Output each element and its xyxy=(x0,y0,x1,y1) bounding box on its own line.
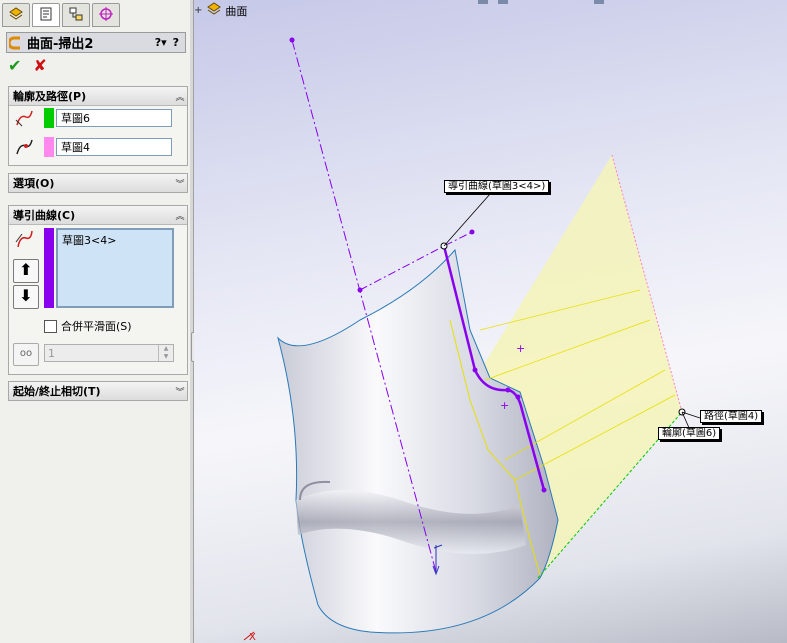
section-spinbox[interactable]: 1 ▲ ▼ xyxy=(44,344,174,362)
guide-curves-list[interactable]: 草圖3<4> xyxy=(56,228,174,308)
dimxpert-tab-icon xyxy=(98,6,114,25)
path-callout[interactable]: 路徑(草圖4) xyxy=(700,410,763,423)
options-group: 選項(O) ︾ xyxy=(8,173,188,193)
confirm-row: ✔ ✘ xyxy=(8,57,47,75)
triad-x-label: X xyxy=(249,632,256,643)
sketch-point[interactable] xyxy=(469,229,475,235)
section-spin-value: 1 xyxy=(48,347,55,360)
move-up-button[interactable]: ⬆ xyxy=(13,259,39,283)
spin-arrows-icon[interactable]: ▲ ▼ xyxy=(158,345,173,361)
path-color-swatch xyxy=(44,137,54,157)
show-sections-button[interactable]: oo xyxy=(13,343,39,366)
chevron-up-icon[interactable]: ︽ xyxy=(173,209,187,222)
path-icon xyxy=(14,137,36,160)
propertymanager-tab-icon xyxy=(38,6,54,25)
merge-smooth-label: 合併平滑面(S) xyxy=(61,320,132,333)
tab-featuremanager[interactable] xyxy=(2,3,30,27)
chevron-down-icon[interactable]: ︾ xyxy=(173,177,187,190)
profile-callout[interactable]: 輪廓(草圖6) xyxy=(658,427,721,440)
glasses-icon: oo xyxy=(19,348,33,359)
profile-path-header[interactable]: 輪廓及路徑(P) ︽ xyxy=(9,87,187,106)
tab-dimxpert[interactable] xyxy=(92,3,120,27)
model-canvas[interactable]: + + X xyxy=(194,0,787,643)
guide-point[interactable] xyxy=(505,387,511,393)
feature-title-bar: 曲面-掃出2 ?▾ ? xyxy=(6,32,186,53)
featuremanager-tab-icon xyxy=(8,6,24,25)
path-field[interactable]: 草圖4 xyxy=(56,138,172,156)
cancel-button[interactable]: ✘ xyxy=(33,57,46,75)
options-title: 選項(O) xyxy=(13,177,55,190)
tab-configurationmanager[interactable] xyxy=(62,3,90,27)
configurationmanager-tab-icon xyxy=(68,6,84,25)
chevron-up-icon[interactable]: ︽ xyxy=(173,90,187,103)
graphics-viewport[interactable]: + 曲面 + + X 導引曲線(草圖3<4>) 路徑(草圖4) 輪廓(草圖6) xyxy=(194,0,787,643)
list-item[interactable]: 草圖3<4> xyxy=(62,232,168,248)
sketch-point[interactable] xyxy=(357,287,363,293)
guide-point[interactable] xyxy=(541,487,547,493)
guide-point[interactable] xyxy=(515,394,521,400)
profile-field[interactable]: 草圖6 xyxy=(56,109,172,127)
guide-curve-callout[interactable]: 導引曲線(草圖3<4>) xyxy=(444,180,550,193)
origin-marker: + xyxy=(500,399,509,412)
guide-curves-header[interactable]: 導引曲線(C) ︽ xyxy=(9,206,187,225)
manager-tabs xyxy=(2,3,122,27)
help-button[interactable]: ?▾ xyxy=(155,36,167,49)
guide-curves-title: 導引曲線(C) xyxy=(13,209,76,222)
merge-smooth-faces[interactable]: 合併平滑面(S) xyxy=(44,318,132,334)
tab-propertymanager[interactable] xyxy=(32,3,60,27)
help-label: ? xyxy=(154,36,162,49)
swept-surface-body[interactable] xyxy=(277,248,559,634)
merge-smooth-checkbox[interactable] xyxy=(44,319,57,333)
origin-marker: + xyxy=(516,342,525,355)
feature-title: 曲面-掃出2 xyxy=(27,37,94,52)
guide-point[interactable] xyxy=(472,367,478,373)
ok-button[interactable]: ✔ xyxy=(8,57,21,75)
tangency-header[interactable]: 起始/終止相切(T) ︾ xyxy=(9,382,187,400)
profile-path-title: 輪廓及路徑(P) xyxy=(13,90,87,103)
tangency-title: 起始/終止相切(T) xyxy=(13,385,101,398)
chevron-down-icon[interactable]: ︾ xyxy=(173,385,187,398)
arrow-up-icon: ⬆ xyxy=(19,260,33,279)
options-header[interactable]: 選項(O) ︾ xyxy=(9,174,187,192)
tangency-group: 起始/終止相切(T) ︾ xyxy=(8,381,188,401)
profile-icon xyxy=(14,108,36,131)
arrow-down-icon: ⬇ xyxy=(19,286,33,305)
sweep-surface-icon xyxy=(7,36,23,50)
sketch-point[interactable] xyxy=(289,37,295,43)
guide-curve-color-swatch xyxy=(44,228,54,308)
guide-curve-icon xyxy=(14,228,36,253)
profile-color-swatch xyxy=(44,108,54,128)
property-manager-panel: 曲面-掃出2 ?▾ ? ✔ ✘ 輪廓及路徑(P) ︽ 草圖6 草圖4 選項(O)… xyxy=(0,0,191,643)
view-triad: X xyxy=(243,631,256,643)
help-icon[interactable]: ? xyxy=(173,36,179,49)
callout-leader xyxy=(443,189,493,247)
move-down-button[interactable]: ⬇ xyxy=(13,285,39,309)
